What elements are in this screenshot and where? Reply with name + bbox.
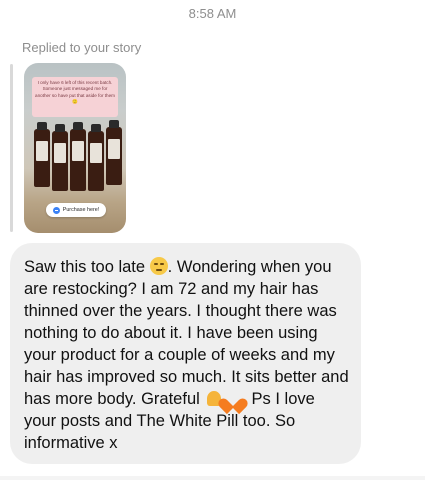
message-text: Saw this too late . Wondering when you a…	[24, 256, 351, 454]
pensive-face-icon	[149, 257, 168, 275]
bottle-image	[88, 124, 104, 191]
next-message-edge	[0, 476, 425, 480]
message-bubble[interactable]: Saw this too late . Wondering when you a…	[10, 243, 361, 464]
bottle-image	[106, 120, 122, 185]
purchase-link-label: Purchase here!	[62, 207, 100, 213]
bottle-image	[70, 122, 86, 191]
message-text-part-1: Saw this too late	[24, 258, 150, 276]
link-icon	[52, 206, 60, 214]
bottle-image	[52, 124, 68, 191]
orange-heart-icon	[224, 391, 242, 407]
story-text-note: I only have 6 left of this recent batch.…	[32, 77, 118, 117]
purchase-link-sticker[interactable]: Purchase here!	[46, 203, 106, 217]
reply-indicator-bar	[10, 64, 13, 232]
bottle-image	[34, 122, 50, 187]
message-text-part-2: . Wondering when you are restocking? I a…	[24, 258, 349, 408]
message-timestamp: 8:58 AM	[188, 6, 237, 21]
replied-to-story-label: Replied to your story	[22, 40, 142, 55]
story-thumbnail[interactable]: I only have 6 left of this recent batch.…	[24, 63, 126, 233]
